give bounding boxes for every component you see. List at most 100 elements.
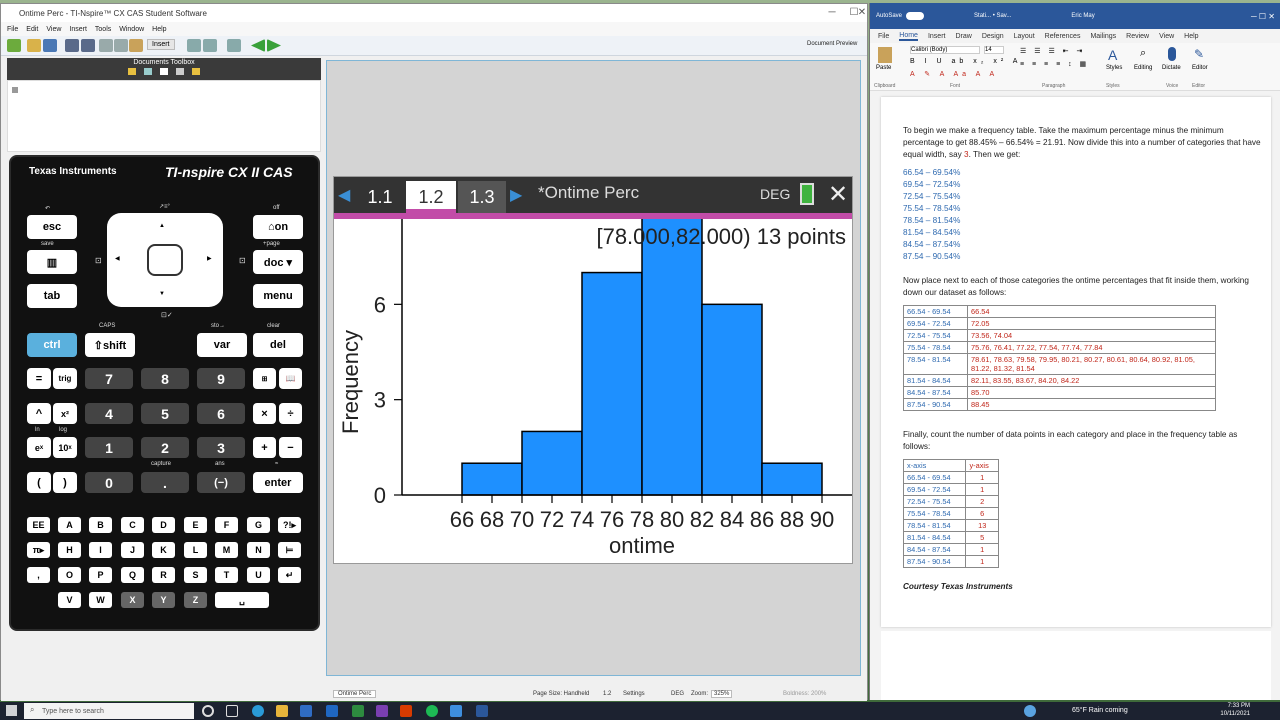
onenote-icon[interactable]	[376, 705, 388, 717]
doc-tab[interactable]: Ontime Perc	[333, 690, 377, 698]
forward-arrow-icon[interactable]	[267, 39, 281, 52]
key-ee[interactable]: EE	[27, 517, 50, 533]
menu-help[interactable]: Help	[152, 26, 166, 33]
clock-time[interactable]: 7:33 PM	[1222, 703, 1250, 709]
document-preview-button[interactable]: Document Preview	[807, 41, 857, 47]
keypad-view-icon[interactable]	[12, 87, 18, 93]
microphone-icon[interactable]	[1168, 47, 1176, 61]
tab-mailings[interactable]: Mailings	[1090, 33, 1116, 40]
var-key[interactable]: var	[197, 333, 247, 357]
tenx-key[interactable]: 10ˣ	[53, 437, 77, 458]
subtract-key[interactable]: −	[279, 437, 302, 458]
insert-button[interactable]: Insert	[147, 39, 175, 50]
key-1[interactable]: 1	[85, 437, 133, 458]
close-doc-icon[interactable]: ✕	[828, 180, 848, 209]
menu-edit[interactable]: Edit	[26, 26, 38, 33]
paste-icon[interactable]	[878, 47, 892, 63]
zoom-select[interactable]: 325%	[711, 690, 733, 698]
tab-file[interactable]: File	[878, 33, 889, 40]
open-icon[interactable]	[27, 39, 41, 52]
taskbar-search[interactable]: ⌕ Type here to search	[24, 703, 194, 719]
new-doc-icon[interactable]	[7, 39, 21, 52]
weather-icon[interactable]	[1024, 705, 1036, 717]
copy-icon[interactable]	[114, 39, 128, 52]
exp-key[interactable]: eˣ	[27, 437, 51, 458]
negative-key[interactable]: (−)	[197, 472, 245, 493]
key-z[interactable]: Z	[184, 592, 207, 608]
tools-icon[interactable]	[128, 68, 136, 75]
key-punct[interactable]: ?!▸	[278, 517, 301, 533]
menu-view[interactable]: View	[46, 26, 61, 33]
excel-icon[interactable]	[352, 705, 364, 717]
menu-key[interactable]: menu	[253, 284, 303, 308]
start-icon[interactable]	[6, 705, 17, 716]
editing-icon[interactable]: ⌕	[1140, 47, 1146, 60]
redo-icon[interactable]	[81, 39, 95, 52]
key-f[interactable]: F	[215, 517, 238, 533]
layout-icon[interactable]	[203, 39, 217, 52]
touchpad[interactable]: ▲ ▼ ◀ ▶	[107, 213, 223, 307]
key-s[interactable]: S	[184, 567, 207, 583]
key-d[interactable]: D	[152, 517, 175, 533]
tab-layout[interactable]: Layout	[1014, 33, 1035, 40]
scratchpad-key[interactable]: ▥	[27, 250, 77, 274]
screenshot-icon[interactable]	[227, 39, 241, 52]
page-size[interactable]: Page Size: Handheld	[533, 691, 589, 697]
key-l[interactable]: L	[184, 542, 207, 558]
key-comma[interactable]: ,	[27, 567, 50, 583]
tab-home[interactable]: Home	[899, 32, 918, 41]
key-c[interactable]: C	[121, 517, 144, 533]
key-x[interactable]: X	[121, 592, 144, 608]
equals-key[interactable]: =	[27, 368, 51, 389]
undo-icon[interactable]	[65, 39, 79, 52]
menu-file[interactable]: File	[7, 26, 18, 33]
tab-1-3[interactable]: 1.3	[458, 181, 506, 213]
cortana-icon[interactable]	[202, 705, 214, 717]
enter-key[interactable]: enter	[253, 472, 303, 493]
calculator-icon[interactable]	[187, 39, 201, 52]
key-2[interactable]: 2	[141, 437, 189, 458]
right-paren-key[interactable]: )	[53, 472, 77, 493]
key-b[interactable]: B	[89, 517, 112, 533]
page-sorter-icon[interactable]	[144, 68, 152, 75]
user-name[interactable]: Eric May	[1071, 13, 1094, 19]
font-size-box[interactable]: 14	[984, 46, 1004, 54]
esc-key[interactable]: esc	[27, 215, 77, 239]
editor-icon[interactable]: ✎	[1194, 47, 1204, 61]
format-buttons[interactable]: B I U ab x₂ x² A	[910, 58, 1021, 65]
home-on-key[interactable]: ⌂on	[253, 215, 303, 239]
word-taskbar-icon[interactable]	[476, 705, 488, 717]
key-o[interactable]: O	[58, 567, 81, 583]
key-5[interactable]: 5	[141, 403, 189, 424]
tab-references[interactable]: References	[1045, 33, 1081, 40]
doc-key[interactable]: doc ▾	[253, 250, 303, 274]
key-g[interactable]: G	[247, 517, 270, 533]
close-button[interactable]: ✕	[857, 4, 867, 22]
word-document-page[interactable]: To begin we make a frequency table. Take…	[881, 97, 1271, 627]
key-p[interactable]: P	[89, 567, 112, 583]
key-h[interactable]: H	[58, 542, 81, 558]
menu-insert[interactable]: Insert	[69, 26, 87, 33]
key-pi[interactable]: π▸	[27, 542, 50, 558]
template-key[interactable]: ⊞	[253, 368, 276, 389]
styles-icon[interactable]: A	[1108, 47, 1117, 63]
key-4[interactable]: 4	[85, 403, 133, 424]
key-r[interactable]: R	[152, 567, 175, 583]
key-6[interactable]: 6	[197, 403, 245, 424]
key-flag[interactable]: ⊨	[278, 542, 301, 558]
settings-button[interactable]: Settings	[623, 691, 645, 697]
tab-key[interactable]: tab	[27, 284, 77, 308]
font-name-box[interactable]: Calibri (Body)	[910, 46, 980, 54]
key-0[interactable]: 0	[85, 472, 133, 493]
key-n[interactable]: N	[247, 542, 270, 558]
emulator-icon[interactable]	[160, 68, 168, 75]
content-explorer-icon[interactable]	[192, 68, 200, 75]
tab-review[interactable]: Review	[1126, 33, 1149, 40]
key-j[interactable]: J	[121, 542, 144, 558]
tab-1-2[interactable]: 1.2	[406, 181, 456, 213]
back-arrow-icon[interactable]	[251, 39, 265, 52]
trig-key[interactable]: trig	[53, 368, 77, 389]
autosave-toggle[interactable]	[906, 12, 925, 20]
file-explorer-icon[interactable]	[276, 705, 288, 717]
caret-key[interactable]: ^	[27, 403, 51, 424]
